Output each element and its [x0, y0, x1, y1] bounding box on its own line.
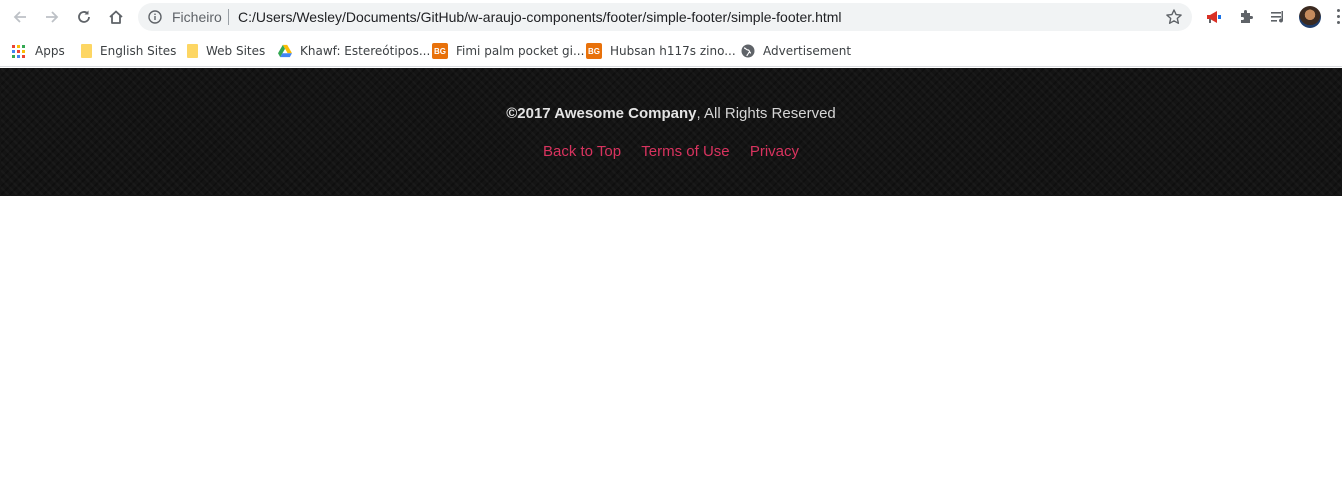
terms-of-use-link[interactable]: Terms of Use — [641, 143, 729, 160]
megaphone-extension-button[interactable] — [1203, 6, 1225, 28]
apps-grid-icon — [12, 44, 25, 58]
profile-avatar[interactable] — [1299, 6, 1321, 28]
bookmark-english-sites[interactable]: English Sites — [81, 41, 176, 61]
bookmark-advertisement[interactable]: Advertisement — [741, 41, 851, 61]
puzzle-extensions-icon — [1241, 10, 1253, 23]
reload-button[interactable] — [71, 4, 97, 30]
bookmark-fimi[interactable]: BG Fimi palm pocket gi... — [432, 41, 584, 61]
copyright-text: ©2017 Awesome Company, All Rights Reserv… — [0, 105, 1342, 123]
google-drive-icon — [278, 44, 292, 58]
company-name: ©2017 Awesome Company — [506, 105, 697, 122]
forward-icon — [46, 11, 59, 23]
extensions-button[interactable] — [1235, 6, 1257, 28]
bookmark-label: Apps — [35, 44, 65, 58]
omnibox-divider — [228, 9, 229, 25]
back-icon — [13, 11, 26, 23]
bookmark-apps[interactable]: Apps — [12, 41, 65, 61]
bookmarks-bar: Apps English Sites Web Sites Khawf: Este… — [0, 35, 1342, 67]
footer-nav: Back to Top Terms of Use Privacy — [0, 143, 1342, 161]
bookmark-hubsan[interactable]: BG Hubsan h117s zino... — [586, 41, 736, 61]
rights-reserved: , All Rights Reserved — [696, 105, 836, 122]
banggood-icon: BG — [432, 43, 448, 59]
home-button[interactable] — [103, 4, 129, 30]
globe-icon — [741, 44, 755, 58]
bookmark-label: Khawf: Estereótipos... — [300, 44, 431, 58]
folder-icon — [81, 44, 92, 58]
bookmark-label: Web Sites — [206, 44, 266, 58]
megaphone-extension-icon — [1207, 11, 1221, 23]
privacy-link[interactable]: Privacy — [750, 143, 799, 160]
site-footer: ©2017 Awesome Company, All Rights Reserv… — [0, 68, 1342, 196]
back-button[interactable] — [7, 4, 33, 30]
browser-toolbar: Ficheiro C:/Users/Wesley/Documents/GitHu… — [0, 0, 1342, 35]
back-to-top-link[interactable]: Back to Top — [543, 143, 621, 160]
bookmark-label: English Sites — [100, 44, 177, 58]
bookmark-label: Advertisement — [763, 44, 852, 58]
banggood-icon: BG — [586, 43, 602, 59]
home-icon — [109, 10, 123, 24]
info-icon[interactable] — [148, 10, 162, 24]
bookmark-khawf[interactable]: Khawf: Estereótipos... — [278, 41, 430, 61]
folder-icon — [187, 44, 198, 58]
bookmark-label: Fimi palm pocket gi... — [456, 44, 585, 58]
media-queue-button[interactable] — [1267, 6, 1289, 28]
bookmark-label: Hubsan h117s zino... — [610, 44, 736, 58]
url-text[interactable]: C:/Users/Wesley/Documents/GitHub/w-arauj… — [238, 9, 842, 25]
media-queue-icon — [1271, 11, 1284, 23]
address-bar[interactable]: Ficheiro C:/Users/Wesley/Documents/GitHu… — [138, 3, 1192, 31]
star-icon[interactable] — [1165, 8, 1183, 26]
menu-kebab-icon[interactable] — [1337, 9, 1341, 25]
bookmark-web-sites[interactable]: Web Sites — [187, 41, 265, 61]
scheme-label: Ficheiro — [172, 9, 222, 25]
forward-button[interactable] — [39, 4, 65, 30]
reload-icon — [78, 10, 90, 23]
